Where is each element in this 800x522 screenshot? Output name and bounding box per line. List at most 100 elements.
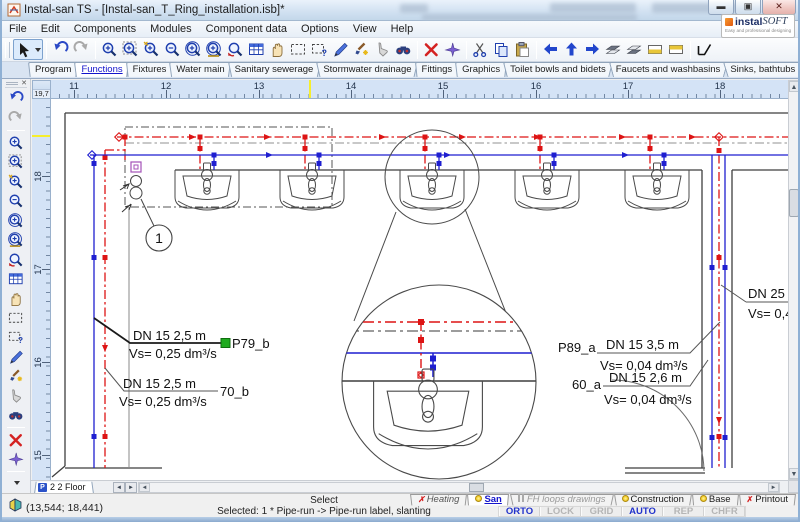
panel-top-button[interactable] [666, 39, 687, 60]
tab-fittings[interactable]: Fittings [415, 62, 460, 78]
zoom-previous-button[interactable] [5, 250, 27, 269]
tab-sanitary-sewerage[interactable]: Sanitary sewerage [228, 62, 321, 78]
find-binoculars-button[interactable] [393, 39, 414, 60]
zoom-extents-button[interactable] [183, 39, 204, 60]
tab-toilet-bowls[interactable]: Toilet bowls and bidets [503, 62, 613, 78]
pencil-button[interactable] [5, 347, 27, 366]
selection-marker[interactable] [221, 339, 230, 348]
zoom-in-button[interactable] [99, 39, 120, 60]
module-tab-san[interactable]: San [467, 494, 509, 506]
cut-button[interactable] [470, 39, 491, 60]
zoom-page-button[interactable] [204, 39, 225, 60]
delete-button[interactable] [5, 430, 27, 449]
zoom-in-button[interactable] [5, 133, 27, 152]
horizontal-scrollbar[interactable]: ◄ ► [138, 482, 780, 493]
layers-front-button[interactable] [624, 39, 645, 60]
scroll-up-icon[interactable]: ▲ [789, 81, 799, 92]
toggle-auto[interactable]: AUTO [622, 507, 663, 516]
pointer-button[interactable] [372, 39, 393, 60]
menu-options[interactable]: Options [294, 22, 346, 36]
pipe-label-p79b[interactable]: DN 15 2,5 m Vs= 0,25 dm³/s P79_b [94, 318, 270, 361]
select-arrow-button[interactable] [13, 39, 43, 60]
pointer-button[interactable] [5, 386, 27, 405]
menu-modules[interactable]: Modules [143, 22, 199, 36]
zoom-previous-button[interactable] [225, 39, 246, 60]
panel-bottom-button[interactable] [645, 39, 666, 60]
pan-hand-button[interactable] [267, 39, 288, 60]
prev-sheet-button[interactable]: ◄ [113, 482, 125, 493]
pencil-button[interactable] [330, 39, 351, 60]
table-button[interactable] [5, 269, 27, 288]
toggle-chfr[interactable]: CHFR [704, 507, 745, 516]
format-brush-button[interactable] [5, 367, 27, 386]
zoom-out-button[interactable] [162, 39, 183, 60]
tab-stormwater-drainage[interactable]: Stormwater drainage [316, 62, 418, 78]
zoom-extents-button[interactable] [5, 211, 27, 230]
toolbar-grip[interactable] [5, 42, 10, 58]
drawing-canvas[interactable]: 1 DN 15 2,5 m Vs= 0,25 dm³/s [51, 99, 788, 480]
layers-back-button[interactable] [603, 39, 624, 60]
zoom-dynamic-button[interactable] [141, 39, 162, 60]
chevron-down-icon[interactable] [35, 48, 41, 52]
table-button[interactable] [246, 39, 267, 60]
menu-components[interactable]: Components [67, 22, 143, 36]
redo-button[interactable] [71, 39, 92, 60]
module-tab-printout[interactable]: ✗Printout [739, 494, 796, 506]
move-left-button[interactable] [540, 39, 561, 60]
module-tab-construction[interactable]: Construction [614, 494, 692, 506]
menu-edit[interactable]: Edit [34, 22, 67, 36]
zoom-window-button[interactable] [5, 153, 27, 172]
toggle-orto[interactable]: ORTO [499, 507, 540, 516]
move-right-button[interactable] [582, 39, 603, 60]
tab-water-main[interactable]: Water main [169, 62, 231, 78]
module-tab-base[interactable]: Base [692, 494, 739, 506]
menu-component-data[interactable]: Component data [199, 22, 294, 36]
maximize-button[interactable]: ▣ [735, 0, 761, 15]
palette-grip[interactable]: ✕ [5, 80, 27, 88]
close-button[interactable]: ✕ [762, 0, 796, 15]
close-icon[interactable]: ✕ [21, 80, 27, 87]
select-rect-query-button[interactable] [5, 328, 27, 347]
toggle-grid[interactable]: GRID [581, 507, 622, 516]
connection-symbols[interactable] [120, 162, 142, 212]
next-sheet-button[interactable]: ► [125, 482, 137, 493]
trim-tool-button[interactable] [442, 39, 463, 60]
pipe-label-p89a[interactable]: P89_a DN 15 3,5 m Vs= 0,04 dm³/s [558, 322, 720, 373]
move-up-button[interactable] [561, 39, 582, 60]
vertical-ruler[interactable]: 18 17 16 15 [32, 99, 51, 480]
undo-button[interactable] [5, 89, 27, 108]
zoom-page-button[interactable] [5, 230, 27, 249]
tab-program[interactable]: Program [28, 62, 78, 78]
vertical-scrollbar[interactable]: ▲ ▼ [788, 80, 800, 480]
more-tools-dropdown[interactable] [5, 474, 27, 493]
find-binoculars-button[interactable] [5, 405, 27, 424]
detail-bubble-circle[interactable] [342, 285, 536, 479]
paste-button[interactable] [512, 39, 533, 60]
menu-help[interactable]: Help [384, 22, 421, 36]
angle-measure-button[interactable] [694, 39, 715, 60]
tab-fixtures[interactable]: Fixtures [126, 62, 174, 78]
tab-graphics[interactable]: Graphics [455, 62, 507, 78]
toggle-rep[interactable]: REP [663, 507, 704, 516]
minimize-button[interactable]: ▬ [708, 0, 734, 15]
tab-faucets-washbasins[interactable]: Faucets and washbasins [609, 62, 728, 78]
tab-functions[interactable]: Functions [74, 62, 129, 78]
sheet-tab-floor2[interactable]: P2 2 Floor [34, 481, 94, 494]
horizontal-ruler[interactable]: 11 12 13 14 15 16 17 18 [51, 80, 788, 99]
select-rect-button[interactable] [288, 39, 309, 60]
scroll-left-icon[interactable]: ◄ [139, 483, 150, 492]
scroll-down-icon[interactable]: ▼ [789, 468, 799, 479]
zoom-out-button[interactable] [5, 192, 27, 211]
zone-boundary[interactable] [125, 127, 332, 207]
menu-file[interactable]: File [2, 22, 34, 36]
menu-view[interactable]: View [346, 22, 384, 36]
pipe-label-70b[interactable]: DN 15 2,5 m Vs= 0,25 dm³/s 70_b [105, 368, 249, 409]
toggle-lock[interactable]: LOCK [540, 507, 581, 516]
scroll-right-icon[interactable]: ► [768, 483, 779, 492]
redo-button[interactable] [5, 109, 27, 128]
module-tab-heating[interactable]: ✗Heating [410, 494, 467, 506]
vertical-scroll-thumb[interactable] [789, 189, 799, 217]
select-rect-button[interactable] [5, 308, 27, 327]
copy-button[interactable] [491, 39, 512, 60]
zoom-window-button[interactable] [120, 39, 141, 60]
